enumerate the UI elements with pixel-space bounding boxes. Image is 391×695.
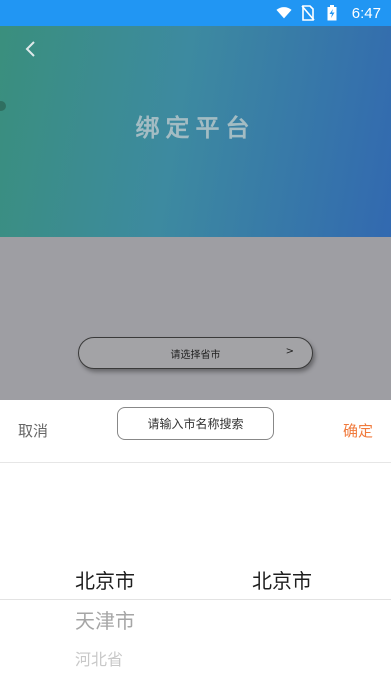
back-button[interactable]	[18, 39, 42, 63]
province-option[interactable]: 河北省	[75, 646, 123, 670]
page-title: 绑定平台	[135, 114, 256, 142]
province-wheel[interactable]: 北京市 天津市 河北省	[75, 400, 195, 695]
province-option[interactable]: 天津市	[75, 605, 135, 634]
hero-banner: 绑定平台	[0, 26, 391, 237]
province-option-selected[interactable]: 北京市	[75, 565, 135, 594]
chevron-right-icon: >	[285, 346, 294, 357]
back-chevron-icon	[24, 40, 36, 62]
no-sim-icon	[300, 5, 316, 21]
status-bar: 6:47	[0, 0, 391, 26]
battery-charging-icon	[324, 5, 340, 21]
city-picker: 取消 确定 北京市 天津市 河北省 北京市	[0, 400, 391, 695]
status-time: 6:47	[351, 4, 381, 22]
city-wheel[interactable]: 北京市	[252, 400, 372, 695]
city-option-selected[interactable]: 北京市	[252, 565, 312, 594]
province-select-button[interactable]: 请选择省市 >	[78, 337, 313, 369]
cancel-button[interactable]: 取消	[18, 420, 48, 441]
wifi-icon	[276, 5, 292, 21]
province-select-label: 请选择省市	[170, 349, 221, 361]
form-area: 请选择省市 >	[0, 237, 391, 400]
